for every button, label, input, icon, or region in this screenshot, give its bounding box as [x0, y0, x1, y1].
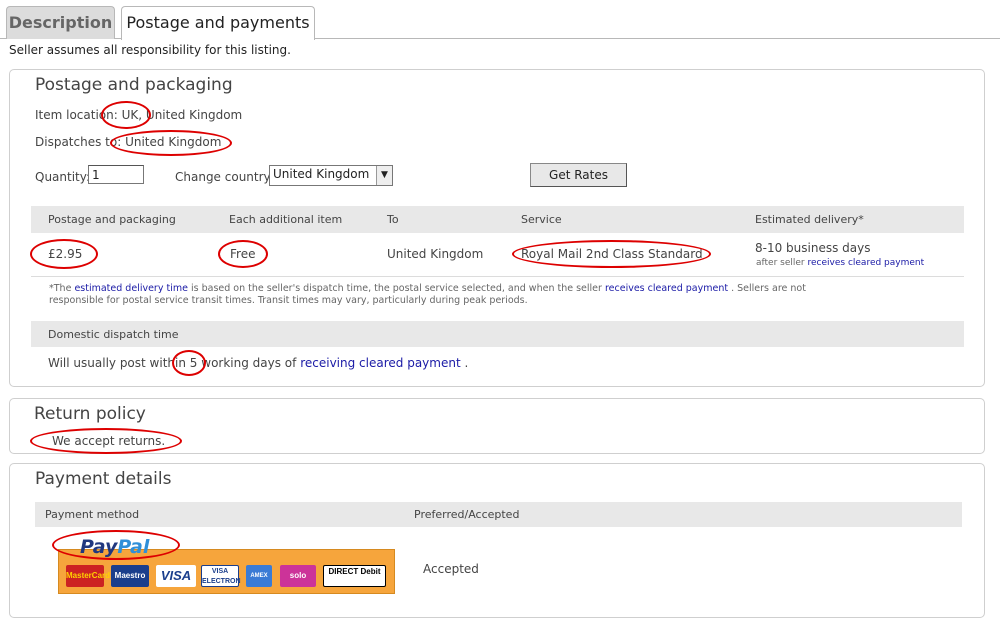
maestro-icon: Maestro	[111, 565, 149, 587]
chevron-down-icon: ▼	[376, 166, 392, 185]
quantity-label: Quantity:	[35, 170, 91, 184]
item-location-label: Item location:	[35, 108, 118, 122]
dispatch-header-label: Domestic dispatch time	[48, 328, 179, 341]
dispatch-days: 5	[189, 356, 198, 370]
dispatch-text: Will usually post within 5 working days …	[48, 356, 468, 370]
dispatch-suffix: .	[464, 356, 469, 370]
paypal-accepted-status: Accepted	[423, 562, 479, 576]
solo-icon: solo	[280, 565, 316, 587]
delivery-footnote: *The estimated delivery time is based on…	[49, 283, 806, 294]
footnote-prefix: *The	[49, 283, 72, 294]
quantity-input[interactable]	[88, 165, 144, 184]
paypal-logo: PayPal	[80, 536, 150, 558]
receives-cleared-payment-link[interactable]: receives cleared payment	[808, 258, 925, 268]
receiving-cleared-payment-link[interactable]: receiving cleared payment	[300, 356, 460, 370]
dispatch-mid: working days of	[201, 356, 297, 370]
footnote-cleared-payment-link[interactable]: receives cleared payment	[605, 283, 728, 294]
delivery-note: after seller receives cleared payment	[756, 258, 924, 268]
country-select[interactable]: United Kingdom ▼	[269, 165, 393, 186]
delivery-footnote-line-2: responsible for postal service transit t…	[49, 295, 528, 306]
row-divider	[31, 276, 964, 277]
column-header-service: Service	[521, 213, 562, 226]
get-rates-button[interactable]: Get Rates	[530, 163, 627, 187]
item-location-value: UK, United Kingdom	[121, 108, 243, 122]
dispatches-to-value: United Kingdom	[125, 135, 222, 149]
column-header-preferred-accepted: Preferred/Accepted	[414, 508, 520, 521]
country-select-value: United Kingdom	[273, 167, 370, 181]
change-country-label: Change country:	[175, 170, 274, 184]
item-location-row: Item location: UK, United Kingdom	[35, 108, 242, 122]
visa-electron-icon: VISA ELECTRON	[201, 565, 241, 587]
footnote-mid: is based on the seller's dispatch time, …	[190, 283, 602, 294]
estimated-delivery-time-link[interactable]: estimated delivery time	[74, 283, 188, 294]
postage-service: Royal Mail 2nd Class Standard	[521, 247, 703, 261]
column-header-postage: Postage and packaging	[48, 213, 176, 226]
postage-title: Postage and packaging	[35, 75, 233, 95]
direct-debit-icon: DIRECT Debit	[323, 565, 386, 587]
mastercard-icon: MasterCard	[66, 565, 110, 587]
delivery-note-prefix: after seller	[756, 258, 805, 268]
payment-details-title: Payment details	[35, 469, 172, 489]
return-policy-text: We accept returns.	[52, 434, 166, 448]
tab-postage-and-payments[interactable]: Postage and payments	[121, 6, 315, 40]
dispatch-prefix: Will usually post within	[48, 356, 186, 370]
dispatches-to-label: Dispatches to:	[35, 135, 122, 149]
column-header-payment-method: Payment method	[45, 508, 140, 521]
seller-responsibility-note: Seller assumes all responsibility for th…	[9, 43, 291, 57]
column-header-estimated-delivery: Estimated delivery*	[755, 213, 864, 226]
postage-price: £2.95	[48, 247, 83, 261]
dispatches-to-row: Dispatches to: United Kingdom	[35, 135, 221, 149]
column-header-to: To	[387, 213, 399, 226]
additional-item-cost: Free	[230, 247, 256, 261]
visa-icon: VISA	[156, 565, 196, 587]
column-header-each-additional: Each additional item	[229, 213, 343, 226]
footnote-suffix: . Sellers are not	[731, 283, 806, 294]
destination: United Kingdom	[387, 247, 484, 261]
delivery-estimate: 8-10 business days	[755, 241, 871, 255]
return-policy-title: Return policy	[34, 404, 146, 424]
amex-icon: AMEX	[246, 565, 272, 587]
tab-description[interactable]: Description	[6, 6, 115, 39]
